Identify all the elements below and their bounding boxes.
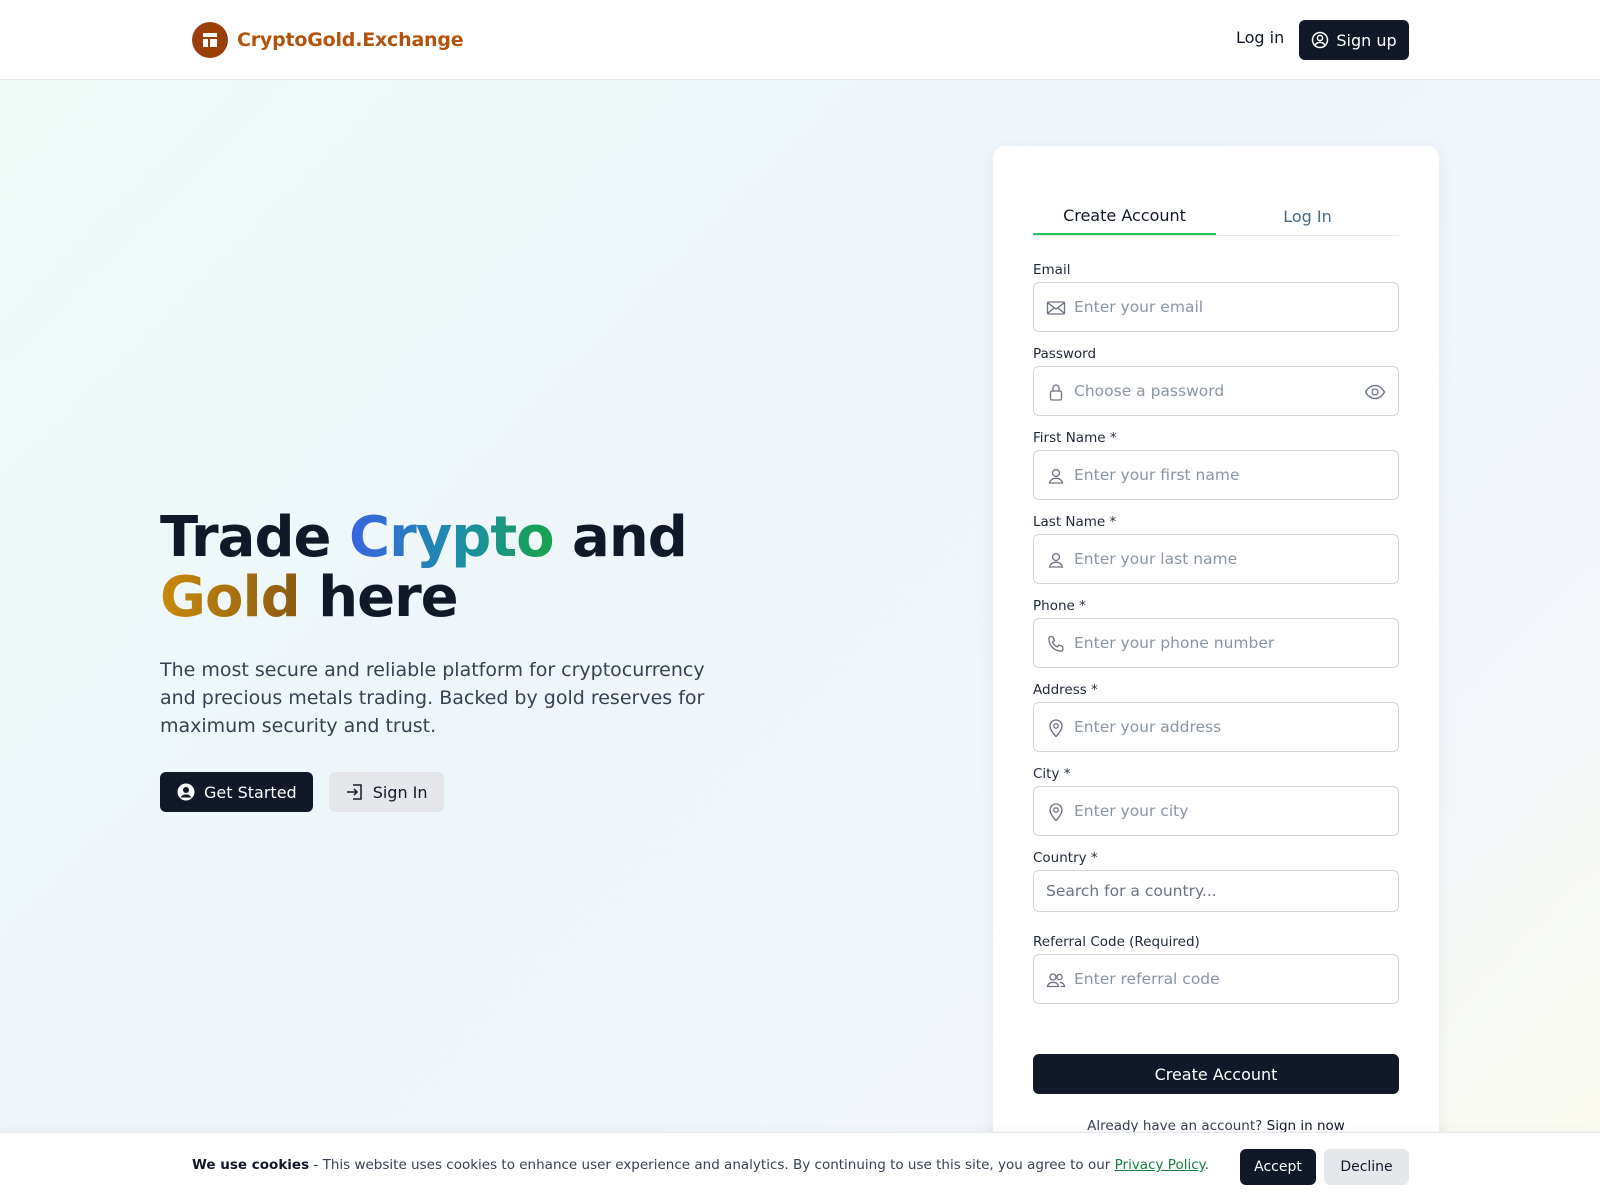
eye-icon[interactable] bbox=[1364, 382, 1386, 402]
first-name-field-group: First Name * bbox=[1033, 430, 1399, 500]
first-name-input-wrapper bbox=[1033, 450, 1399, 500]
tab-create-account[interactable]: Create Account bbox=[1033, 190, 1216, 235]
hero-title-part2: and bbox=[553, 505, 688, 570]
last-name-input-wrapper bbox=[1033, 534, 1399, 584]
hero-title-part1: Trade bbox=[160, 505, 350, 570]
hero-title-crypto: Crypto bbox=[349, 505, 555, 570]
map-pin-icon bbox=[1046, 802, 1066, 822]
email-input-wrapper bbox=[1033, 282, 1399, 332]
signup-label: Sign up bbox=[1336, 30, 1397, 50]
cookie-body: - This website uses cookies to enhance u… bbox=[309, 1157, 1115, 1173]
hero-title: Trade Crypto and Gold here bbox=[160, 508, 760, 628]
login-link[interactable]: Log in bbox=[1236, 28, 1284, 47]
decline-cookies-button[interactable]: Decline bbox=[1324, 1149, 1409, 1185]
tab-log-in[interactable]: Log In bbox=[1216, 190, 1399, 235]
address-label: Address * bbox=[1033, 682, 1098, 698]
get-started-button[interactable]: Get Started bbox=[160, 772, 313, 812]
phone-input[interactable] bbox=[1074, 619, 1364, 667]
password-input-wrapper bbox=[1033, 366, 1399, 416]
country-input-wrapper bbox=[1033, 870, 1399, 912]
phone-label: Phone * bbox=[1033, 598, 1086, 614]
last-name-label: Last Name * bbox=[1033, 514, 1117, 530]
get-started-label: Get Started bbox=[204, 782, 297, 802]
hero-actions: Get Started Sign In bbox=[160, 772, 760, 812]
password-label: Password bbox=[1033, 346, 1097, 362]
country-field-group: Country * bbox=[1033, 850, 1399, 912]
user-icon bbox=[1046, 550, 1066, 570]
phone-icon bbox=[1046, 634, 1066, 654]
email-input[interactable] bbox=[1074, 283, 1364, 331]
store-icon bbox=[192, 22, 228, 58]
signup-card: Create Account Log In Email Password Fir… bbox=[993, 146, 1439, 1200]
map-pin-icon bbox=[1046, 718, 1066, 738]
hero-title-part3: here bbox=[299, 565, 458, 630]
accept-cookies-button[interactable]: Accept bbox=[1240, 1149, 1316, 1185]
hero-subtitle: The most secure and reliable platform fo… bbox=[160, 659, 705, 737]
city-field-group: City * bbox=[1033, 766, 1399, 836]
last-name-field-group: Last Name * bbox=[1033, 514, 1399, 584]
cookie-banner: We use cookies - This website uses cooki… bbox=[0, 1132, 1600, 1200]
phone-field-group: Phone * bbox=[1033, 598, 1399, 668]
referral-code-input[interactable] bbox=[1074, 955, 1364, 1003]
cookie-message: We use cookies - This website uses cooki… bbox=[192, 1157, 1209, 1173]
create-account-button[interactable]: Create Account bbox=[1033, 1054, 1399, 1094]
user-circle-icon bbox=[1311, 31, 1329, 49]
lock-icon bbox=[1046, 382, 1066, 402]
password-field-group: Password bbox=[1033, 346, 1399, 416]
users-icon bbox=[1046, 970, 1066, 990]
top-navbar: CryptoGold.Exchange Log in Sign up bbox=[0, 0, 1600, 80]
hero-title-gold: Gold bbox=[160, 565, 301, 630]
address-input-wrapper bbox=[1033, 702, 1399, 752]
password-input[interactable] bbox=[1074, 367, 1364, 415]
brand-logo-link[interactable]: CryptoGold.Exchange bbox=[192, 22, 464, 58]
address-input[interactable] bbox=[1074, 703, 1364, 751]
email-field-group: Email bbox=[1033, 262, 1399, 332]
cookie-title: We use cookies bbox=[192, 1157, 310, 1173]
brand-name: CryptoGold.Exchange bbox=[237, 29, 464, 51]
hero-section: Trade Crypto and Gold here The most secu… bbox=[160, 508, 760, 812]
city-label: City * bbox=[1033, 766, 1071, 782]
country-label: Country * bbox=[1033, 850, 1098, 866]
city-input-wrapper bbox=[1033, 786, 1399, 836]
auth-tabs: Create Account Log In bbox=[1033, 190, 1399, 236]
login-arrow-icon bbox=[345, 782, 365, 802]
privacy-policy-link[interactable]: Privacy Policy bbox=[1115, 1157, 1205, 1173]
country-search-input[interactable] bbox=[1046, 871, 1386, 911]
referral-field-group: Referral Code (Required) bbox=[1033, 934, 1399, 1004]
address-field-group: Address * bbox=[1033, 682, 1399, 752]
last-name-input[interactable] bbox=[1074, 535, 1364, 583]
sign-in-button[interactable]: Sign In bbox=[328, 772, 444, 812]
mail-icon bbox=[1046, 298, 1066, 318]
city-input[interactable] bbox=[1074, 787, 1364, 835]
referral-input-wrapper bbox=[1033, 954, 1399, 1004]
first-name-label: First Name * bbox=[1033, 430, 1117, 446]
cookie-suffix: . bbox=[1204, 1157, 1209, 1173]
referral-label: Referral Code (Required) bbox=[1033, 934, 1200, 950]
phone-input-wrapper bbox=[1033, 618, 1399, 668]
user-circle-icon bbox=[176, 782, 196, 802]
signup-button[interactable]: Sign up bbox=[1299, 20, 1409, 60]
sign-in-label: Sign In bbox=[372, 782, 428, 802]
email-label: Email bbox=[1033, 262, 1071, 278]
first-name-input[interactable] bbox=[1074, 451, 1364, 499]
user-icon bbox=[1046, 466, 1066, 486]
